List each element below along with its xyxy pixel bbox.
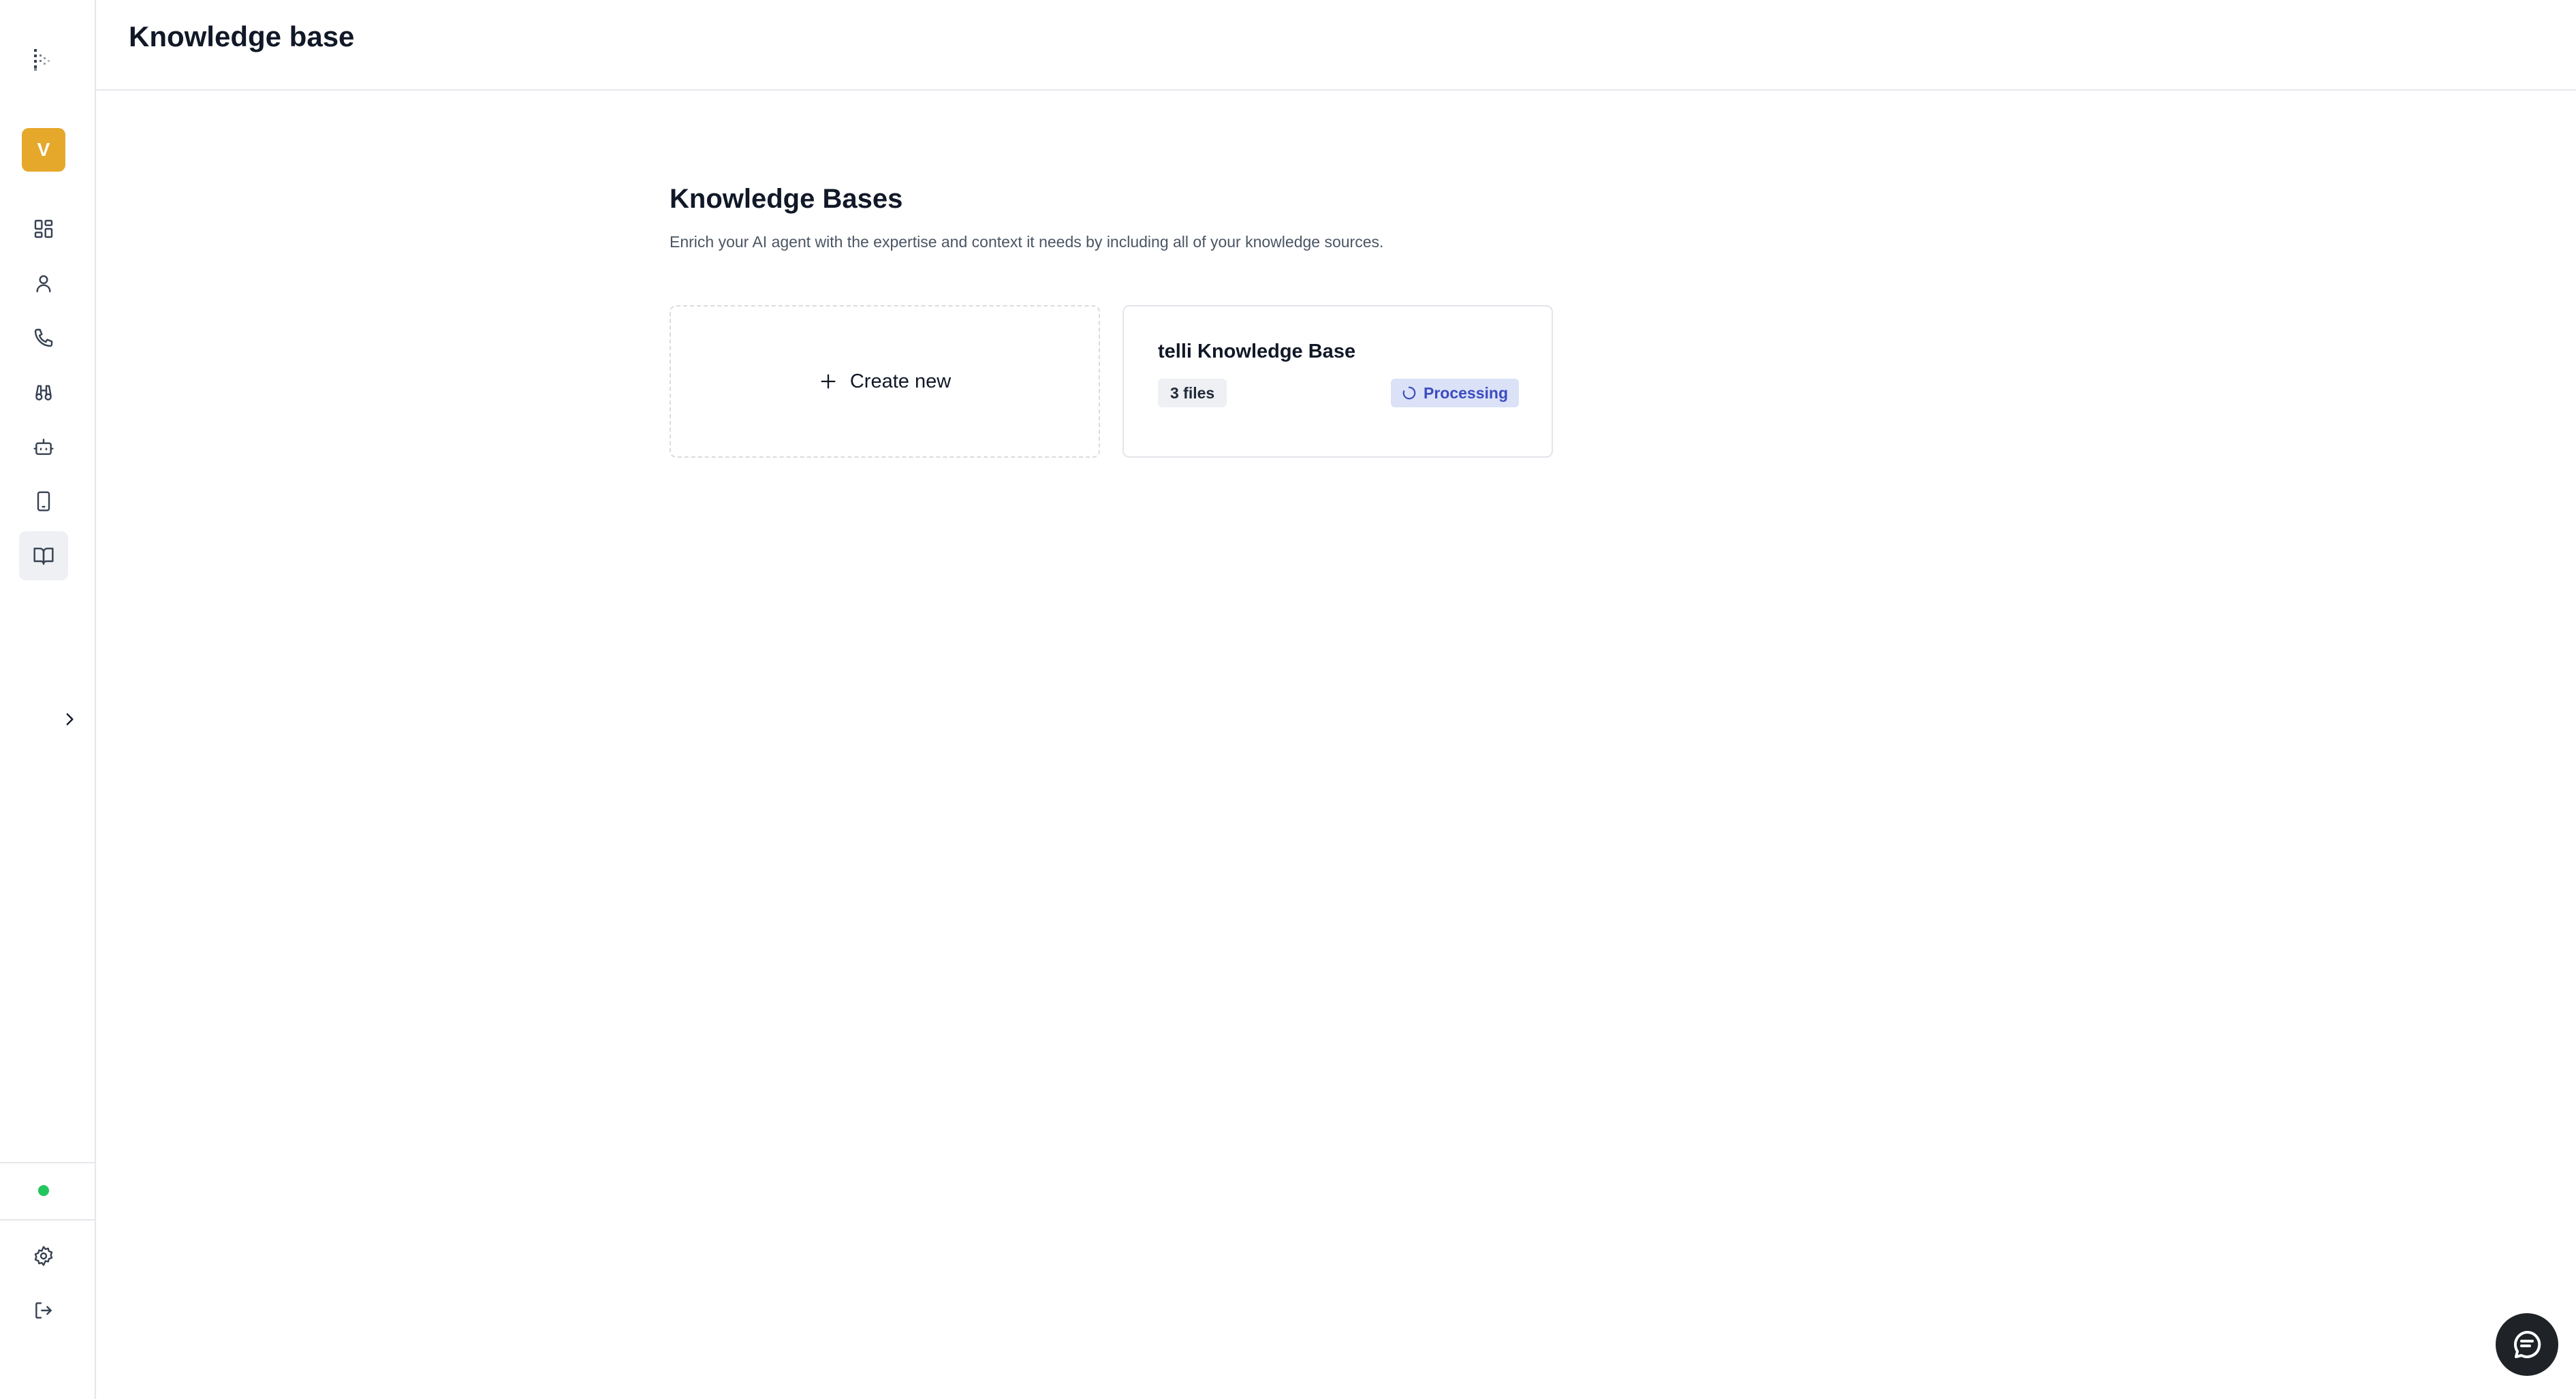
smartphone-icon [37, 491, 50, 512]
logo-icon[interactable] [27, 46, 60, 74]
chevron-right-icon [66, 713, 74, 725]
knowledge-base-name: telli Knowledge Base [1158, 341, 1356, 362]
create-new-content: Create new [819, 371, 951, 393]
create-new-label: Create new [849, 370, 952, 392]
create-new-button[interactable]: Create new [670, 305, 1100, 458]
page-title: Knowledge base [129, 20, 355, 52]
chat-widget-button[interactable] [2496, 1313, 2558, 1376]
user-icon [36, 275, 51, 293]
section-title: Knowledge Bases [670, 184, 903, 214]
sidebar-item-knowledge-base[interactable] [19, 531, 68, 580]
bot-icon [33, 439, 54, 455]
status-indicator [38, 1185, 49, 1196]
sidebar-item-campaigns[interactable] [19, 368, 68, 417]
page-header: Knowledge base [96, 0, 2576, 91]
gear-icon [34, 1246, 53, 1266]
file-count-badge: 3 files [1158, 379, 1227, 407]
chat-icon [2513, 1330, 2541, 1358]
logout-icon [35, 1302, 52, 1319]
plus-icon [821, 374, 836, 389]
sidebar-item-calls[interactable] [19, 313, 68, 362]
sidebar-expand-button[interactable] [59, 708, 80, 730]
spinner-icon [1402, 386, 1416, 400]
status-badge: Processing [1391, 379, 1519, 407]
book-open-icon [33, 548, 54, 565]
avatar[interactable]: V [22, 128, 65, 172]
sidebar-item-contacts[interactable] [19, 259, 68, 308]
section-subtitle: Enrich your AI agent with the expertise … [670, 233, 1384, 251]
sidebar-item-phone-numbers[interactable] [19, 477, 68, 526]
status-label: Processing [1424, 383, 1508, 402]
phone-icon [34, 328, 53, 347]
sidebar: V [0, 0, 96, 1399]
logout-button[interactable] [30, 1297, 57, 1324]
binoculars-icon [35, 385, 52, 400]
sidebar-nav [19, 204, 68, 586]
sidebar-divider [0, 1162, 95, 1163]
sidebar-item-agents[interactable] [19, 422, 68, 471]
grid-icon [34, 219, 53, 238]
sidebar-divider [0, 1219, 95, 1221]
settings-button[interactable] [30, 1242, 57, 1270]
sidebar-item-dashboard[interactable] [19, 204, 68, 253]
knowledge-base-card[interactable]: telli Knowledge Base 3 files Processing [1122, 305, 1553, 458]
